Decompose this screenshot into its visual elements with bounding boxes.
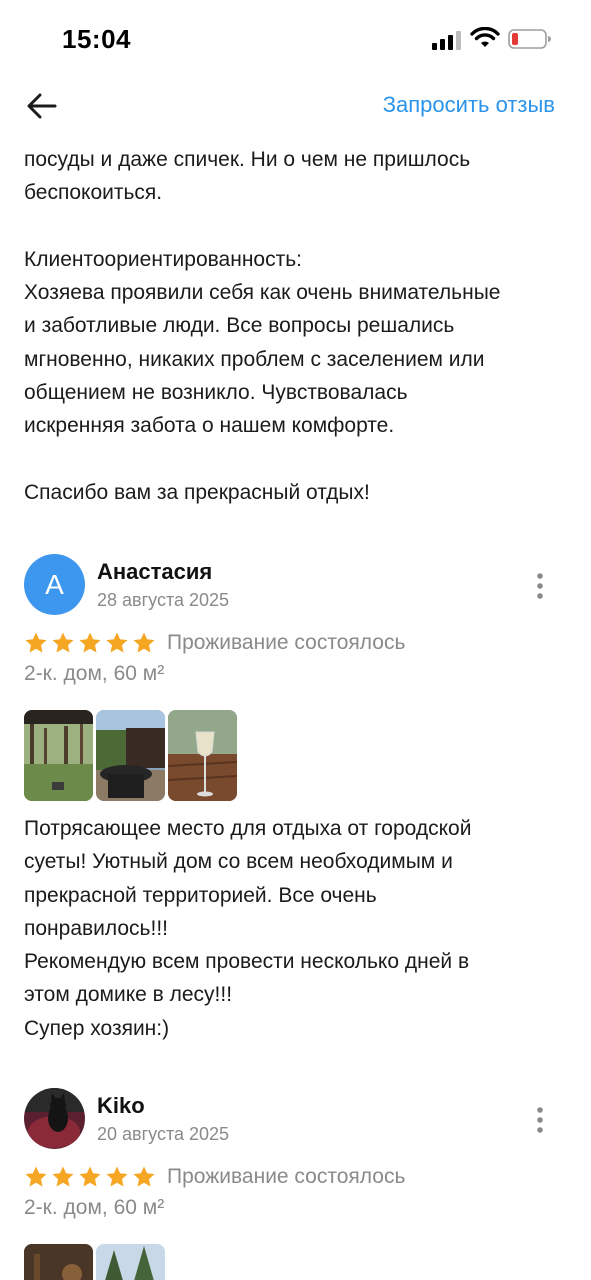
star-icon bbox=[106, 632, 128, 653]
star-icon bbox=[106, 1166, 128, 1187]
review-photo[interactable] bbox=[96, 710, 165, 801]
star-rating bbox=[24, 631, 159, 655]
fire-pit-photo bbox=[96, 710, 165, 801]
star-icon bbox=[52, 1166, 74, 1187]
trees-photo bbox=[96, 1244, 165, 1280]
review-photo[interactable] bbox=[24, 710, 93, 801]
status-bar: 15:04 bbox=[0, 0, 591, 78]
avatar-letter: A bbox=[24, 554, 85, 615]
review-author: Анастасия bbox=[97, 559, 213, 584]
cat-avatar-photo bbox=[24, 1088, 85, 1149]
rating-row: Проживание состоялось bbox=[24, 628, 405, 658]
review-text: Потрясающее место для отдыха от городско… bbox=[24, 817, 472, 1040]
review-photo[interactable] bbox=[24, 1244, 93, 1280]
signal-icon bbox=[432, 31, 461, 50]
wine-glass-photo bbox=[168, 710, 237, 801]
listing-info: 2-к. дом, 60 м² bbox=[24, 662, 165, 685]
star-icon bbox=[79, 632, 101, 653]
listing-info: 2-к. дом, 60 м² bbox=[24, 1196, 165, 1219]
star-icon bbox=[25, 632, 47, 653]
star-icon bbox=[52, 632, 74, 653]
star-icon bbox=[133, 1166, 155, 1187]
avatar[interactable] bbox=[24, 1088, 85, 1149]
stay-status: Проживание состоялось bbox=[167, 1165, 406, 1188]
star-rating bbox=[24, 1165, 159, 1189]
star-icon bbox=[79, 1166, 101, 1187]
battery-icon bbox=[508, 29, 551, 49]
avatar[interactable]: A bbox=[24, 554, 85, 615]
review-photos bbox=[24, 1244, 168, 1280]
request-review-button[interactable]: Запросить отзыв bbox=[383, 92, 555, 118]
review-date: 28 августа 2025 bbox=[97, 590, 230, 610]
review-author: Kiko bbox=[97, 1093, 145, 1118]
more-options-icon[interactable] bbox=[530, 1104, 550, 1136]
review-photos bbox=[24, 710, 240, 801]
previous-review-text: посуды и даже спичек. Ни о чем не пришло… bbox=[24, 148, 501, 504]
rating-row: Проживание состоялось bbox=[24, 1162, 405, 1192]
arrow-left-icon bbox=[27, 93, 57, 119]
night-photo bbox=[24, 1244, 93, 1280]
star-icon bbox=[25, 1166, 47, 1187]
nav-bar: Запросить отзыв bbox=[0, 78, 591, 134]
status-time: 15:04 bbox=[62, 24, 131, 54]
review-date: 20 августа 2025 bbox=[97, 1124, 230, 1144]
stay-status: Проживание состоялось bbox=[167, 631, 406, 654]
review-photo[interactable] bbox=[168, 710, 237, 801]
back-button[interactable] bbox=[22, 86, 62, 126]
more-options-icon[interactable] bbox=[530, 570, 550, 602]
review-photo[interactable] bbox=[96, 1244, 165, 1280]
star-icon bbox=[133, 632, 155, 653]
reviews-list[interactable]: посуды и даже спичек. Ни о чем не пришло… bbox=[0, 134, 591, 1280]
forest-yard-photo bbox=[24, 710, 93, 801]
wifi-icon bbox=[470, 27, 500, 47]
